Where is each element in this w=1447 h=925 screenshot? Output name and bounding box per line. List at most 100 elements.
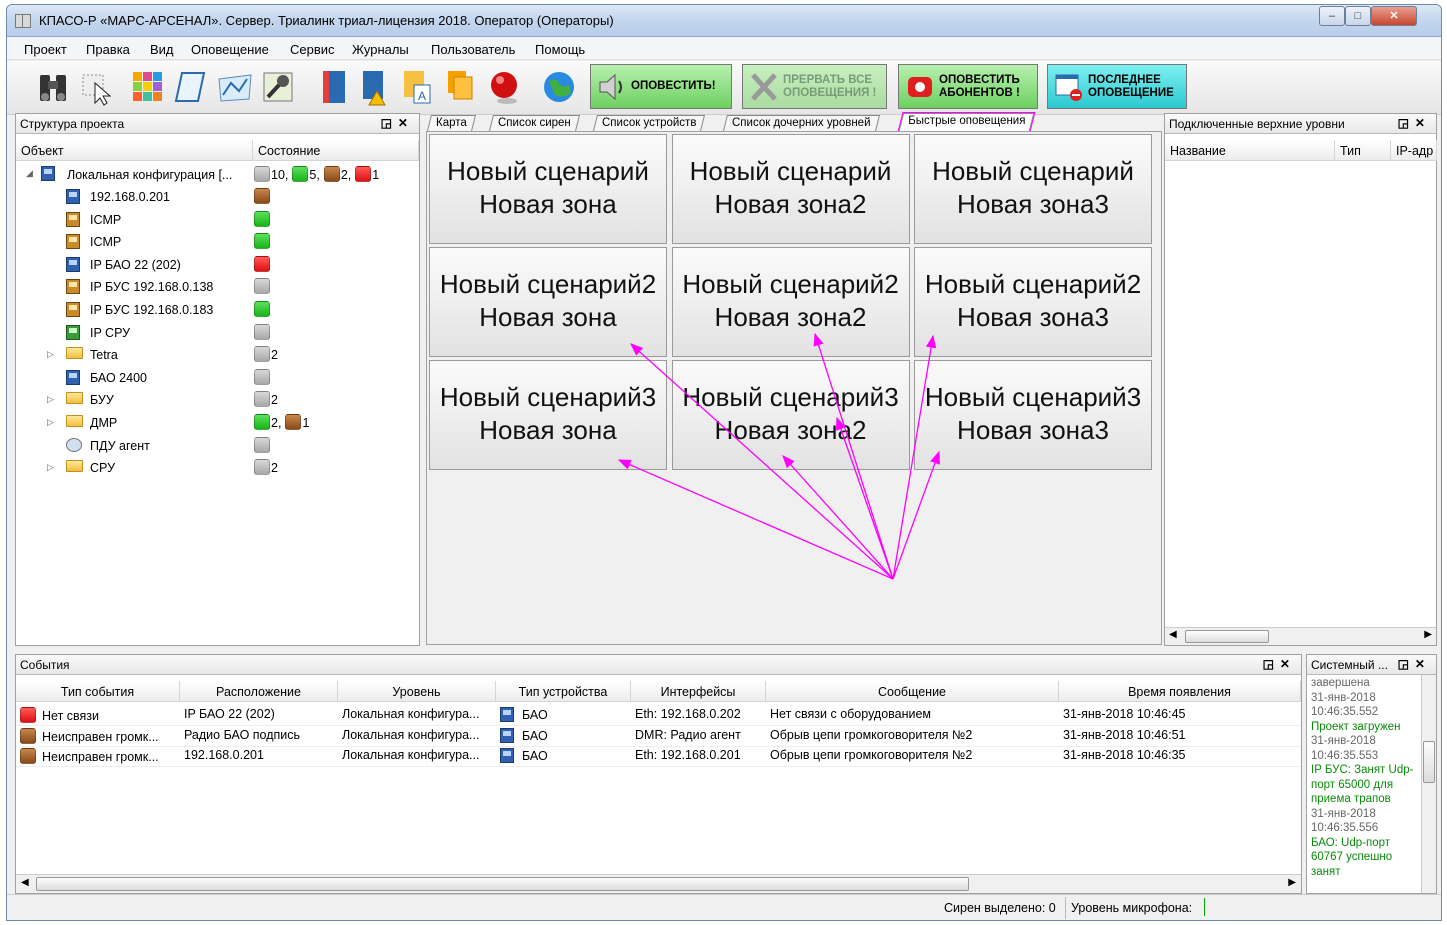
pages-icon[interactable]: [444, 67, 480, 107]
select-cursor-icon[interactable]: [79, 67, 115, 107]
minimize-button[interactable]: –: [1319, 6, 1345, 26]
quick-notify-button[interactable]: Новый сценарий Новая зона2: [671, 134, 910, 244]
tree-item[interactable]: ICMP: [16, 209, 416, 231]
close-button[interactable]: ✕: [1371, 6, 1417, 26]
event-time-text: 31-янв-2018 10:46:51: [1063, 727, 1186, 742]
expand-arrow-icon[interactable]: ▷: [47, 349, 54, 360]
expand-arrow-icon[interactable]: ▷: [47, 417, 54, 428]
tree-item[interactable]: IP БАО 22 (202): [16, 254, 416, 276]
tree-item[interactable]: IP БУС 192.168.0.138: [16, 276, 416, 298]
scrollbar-thumb[interactable]: [1423, 741, 1435, 783]
tree-item-label: IP БАО 22 (202): [90, 257, 181, 272]
system-vertical-scrollbar[interactable]: [1421, 675, 1436, 893]
last-notification-button[interactable]: ПОСЛЕДНЕЕ ОПОВЕЩЕНИЕ: [1047, 64, 1187, 109]
scroll-icon[interactable]: [172, 67, 208, 107]
event-location-text: Радио БАО подпись: [184, 727, 301, 742]
tree-item[interactable]: ▷ БУУ 2: [16, 389, 416, 411]
quick-notify-button[interactable]: Новый сценарий2 Новая зона3: [914, 247, 1152, 357]
col-name-header[interactable]: Название: [1165, 140, 1335, 161]
horizontal-scrollbar[interactable]: ◀ ▶: [1165, 627, 1436, 645]
menu-user[interactable]: Пользователь: [431, 42, 515, 57]
panel-float-close-icons[interactable]: ◲✕: [1398, 657, 1431, 671]
expand-arrow-icon[interactable]: ▷: [47, 394, 54, 405]
quick-notify-button[interactable]: Новый сценарий Новая зона: [429, 134, 667, 244]
tab-devices[interactable]: Список устройств: [593, 115, 706, 131]
quick-notify-button[interactable]: Новый сценарий3 Новая зона2: [671, 360, 910, 470]
notify-button[interactable]: ОПОВЕСТИТЬ!: [590, 64, 732, 109]
menu-help[interactable]: Помощь: [535, 42, 585, 57]
event-status-square: [20, 727, 36, 744]
notify-subscribers-button[interactable]: ОПОВЕСТИТЬ АБОНЕНТОВ !: [898, 64, 1038, 109]
tree-item[interactable]: ICMP: [16, 231, 416, 253]
events-col-header[interactable]: Уровень: [338, 681, 496, 702]
tree-item[interactable]: БАО 2400: [16, 367, 416, 389]
events-col-header[interactable]: Интерфейсы: [631, 681, 766, 702]
event-row[interactable]: Неисправен громк... 192.168.0.201 Локальна…: [16, 745, 1301, 767]
events-col-header[interactable]: Расположение: [180, 681, 338, 702]
scroll-right-icon[interactable]: ▶: [1288, 877, 1296, 888]
event-row[interactable]: Нет связи IP БАО 22 (202) Локальная конфиг…: [16, 704, 1301, 726]
menu-edit[interactable]: Правка: [86, 42, 130, 57]
panel-float-close-icons[interactable]: ◲✕: [381, 116, 414, 130]
record-icon[interactable]: [487, 67, 523, 107]
expand-arrow-icon[interactable]: ▷: [47, 462, 54, 473]
scroll-left-icon[interactable]: ◀: [1169, 629, 1177, 640]
tab-map[interactable]: Карта: [427, 115, 476, 131]
events-col-header[interactable]: Тип устройства: [496, 681, 631, 702]
panel-float-close-icons[interactable]: ◲✕: [1398, 116, 1431, 130]
events-col-header[interactable]: Тип события: [16, 681, 180, 702]
status-bar: Сирен выделено: 0 Уровень микрофона:: [7, 894, 1441, 920]
col-ip-header[interactable]: IP-адр: [1391, 140, 1437, 161]
book-icon[interactable]: [315, 67, 351, 107]
tab-sirens[interactable]: Список сирен: [489, 115, 580, 131]
events-horizontal-scrollbar[interactable]: ◀ ▶: [16, 874, 1301, 893]
quick-notify-button[interactable]: Новый сценарий2 Новая зона2: [671, 247, 910, 357]
microphone-icon[interactable]: [260, 67, 296, 107]
col-state-header[interactable]: Состояние: [253, 140, 419, 161]
globe-icon[interactable]: [541, 67, 577, 107]
scroll-left-icon[interactable]: ◀: [21, 877, 29, 888]
events-panel-title: События ◲✕: [16, 655, 1301, 675]
tab-quick-notifications[interactable]: Быстрые оповещения: [897, 112, 1036, 132]
tree-item[interactable]: ▷ ДМР 2, 1: [16, 412, 416, 434]
binoculars-icon[interactable]: [35, 67, 71, 107]
tab-child-levels[interactable]: Список дочерних уровней: [723, 115, 880, 131]
tree-item[interactable]: ▷ Tetra 2: [16, 344, 416, 366]
event-row[interactable]: Неисправен громк... Радио БАО подпись Лока…: [16, 725, 1301, 747]
abort-all-button[interactable]: ПРЕРВАТЬ ВСЕ ОПОВЕЩЕНИЯ !: [742, 64, 887, 109]
status-square: [254, 346, 270, 363]
collapse-arrow-icon[interactable]: ◢: [26, 168, 33, 179]
quick-notify-button[interactable]: Новый сценарий3 Новая зона: [429, 360, 667, 470]
quick-notify-button[interactable]: Новый сценарий Новая зона3: [914, 134, 1152, 244]
quick-button-zone: Новая зона3: [957, 415, 1109, 445]
col-type-header[interactable]: Тип: [1335, 140, 1391, 161]
tree-item[interactable]: IP СРУ: [16, 322, 416, 344]
quick-notify-button[interactable]: Новый сценарий3 Новая зона3: [914, 360, 1152, 470]
menu-notify[interactable]: Оповещение: [191, 42, 269, 57]
menu-view[interactable]: Вид: [150, 42, 174, 57]
col-object-header[interactable]: Объект: [16, 140, 253, 161]
scroll-right-icon[interactable]: ▶: [1424, 629, 1432, 640]
tree-item[interactable]: IP БУС 192.168.0.183: [16, 299, 416, 321]
menu-service[interactable]: Сервис: [290, 42, 335, 57]
tree-item[interactable]: ▷ СРУ 2: [16, 457, 416, 479]
menu-journals[interactable]: Журналы: [352, 42, 409, 57]
panel-float-close-icons[interactable]: ◲✕: [1263, 657, 1296, 671]
tree-item-status: [254, 210, 270, 227]
sirens-selected: Сирен выделено: 0: [944, 901, 1056, 915]
menu-project[interactable]: Проект: [24, 42, 67, 57]
tree-root-row[interactable]: ◢ Локальная конфигурация [... 10, 5, 2, 1: [16, 164, 416, 186]
quick-notify-button[interactable]: Новый сценарий2 Новая зона: [429, 247, 667, 357]
grid-colors-icon[interactable]: [130, 67, 166, 107]
maximize-button[interactable]: □: [1345, 6, 1371, 26]
events-col-header[interactable]: Время появления: [1059, 681, 1301, 702]
scrollbar-thumb[interactable]: [36, 877, 969, 891]
map-network-icon[interactable]: [217, 67, 253, 107]
document-font-icon[interactable]: A: [400, 67, 436, 107]
tree-item[interactable]: ПДУ агент: [16, 435, 416, 457]
window-stop-icon: [1055, 74, 1082, 101]
scrollbar-thumb[interactable]: [1185, 630, 1269, 643]
tree-item[interactable]: 192.168.0.201: [16, 186, 416, 208]
events-col-header[interactable]: Сообщение: [766, 681, 1059, 702]
document-warning-icon[interactable]: [357, 67, 393, 107]
